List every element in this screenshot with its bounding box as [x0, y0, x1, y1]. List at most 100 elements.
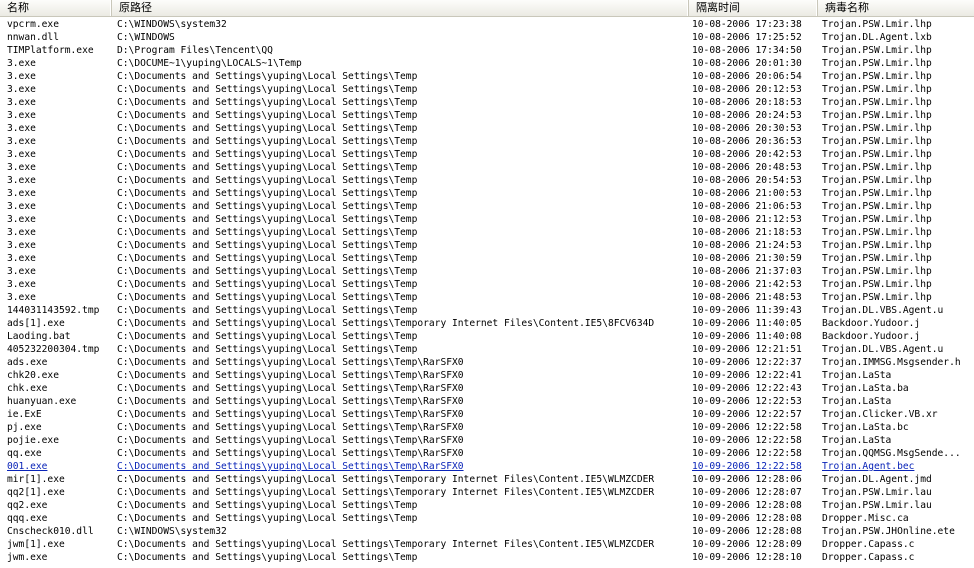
virus-name-cell: Trojan.PSW.Lmir.lhp	[822, 45, 932, 56]
column-quarantine-time-header[interactable]: 隔离时间	[689, 0, 818, 16]
virus-name-cell: Trojan.PSW.Lmir.lau	[822, 487, 932, 498]
table-row[interactable]: 3.exe C:\Documents and Settings\yuping\Lo…	[0, 96, 974, 109]
table-row[interactable]: 3.exe C:\Documents and Settings\yuping\Lo…	[0, 226, 974, 239]
original-path-cell: C:\Documents and Settings\yuping\Local S…	[117, 461, 464, 472]
table-row[interactable]: nnwan.dll C:\WINDOWS 10-08-2006 17:25:52 Tr…	[0, 31, 974, 44]
virus-name-cell: Trojan.Clicker.VB.xr	[822, 409, 938, 420]
virus-name-cell: Trojan.LaSta	[822, 396, 892, 407]
virus-name-cell: Backdoor.Yudoor.j	[822, 318, 921, 329]
file-name-cell: 3.exe	[7, 227, 36, 238]
table-row[interactable]: 3.exe C:\Documents and Settings\yuping\Lo…	[0, 122, 974, 135]
table-row[interactable]: 3.exe C:\Documents and Settings\yuping\Lo…	[0, 135, 974, 148]
table-row[interactable]: 3.exe C:\Documents and Settings\yuping\Lo…	[0, 278, 974, 291]
virus-name-cell: Trojan.PSW.Lmir.lau	[822, 500, 932, 511]
quarantine-time-cell: 10-08-2006 20:48:53	[692, 162, 802, 173]
table-row[interactable]: 3.exe C:\DOCUME~1\yuping\LOCALS~1\Temp 10-…	[0, 57, 974, 70]
table-row[interactable]: chk20.exe C:\Documents and Settings\yupin…	[0, 369, 974, 382]
table-row[interactable]: 3.exe C:\Documents and Settings\yuping\Lo…	[0, 70, 974, 83]
table-row[interactable]: 001.exe C:\Documents and Settings\yuping\…	[0, 460, 974, 473]
table-row[interactable]: 3.exe C:\Documents and Settings\yuping\Lo…	[0, 213, 974, 226]
file-name-cell: 3.exe	[7, 71, 36, 82]
quarantine-time-cell: 10-09-2006 12:28:06	[692, 474, 802, 485]
original-path-cell: C:\Documents and Settings\yuping\Local S…	[117, 240, 418, 251]
file-name-cell: Cnscheck010.dll	[7, 526, 94, 537]
original-path-cell: C:\Documents and Settings\yuping\Local S…	[117, 500, 418, 511]
table-row[interactable]: 405232200304.tmp C:\Documents and Setting…	[0, 343, 974, 356]
table-row[interactable]: 3.exe C:\Documents and Settings\yuping\Lo…	[0, 83, 974, 96]
file-name-cell: 3.exe	[7, 162, 36, 173]
table-row[interactable]: mir[1].exe C:\Documents and Settings\yupi…	[0, 473, 974, 486]
file-name-cell: 3.exe	[7, 240, 36, 251]
quarantine-time-cell: 10-08-2006 17:25:52	[692, 32, 802, 43]
original-path-cell: C:\Documents and Settings\yuping\Local S…	[117, 97, 418, 108]
file-name-cell: 3.exe	[7, 253, 36, 264]
virus-name-cell: Trojan.PSW.Lmir.lhp	[822, 19, 932, 30]
table-row[interactable]: 3.exe C:\Documents and Settings\yuping\Lo…	[0, 265, 974, 278]
table-row[interactable]: vpcrm.exe C:\WINDOWS\system32 10-08-2006 1…	[0, 18, 974, 31]
original-path-cell: C:\Documents and Settings\yuping\Local S…	[117, 409, 464, 420]
table-row[interactable]: ads.exe C:\Documents and Settings\yuping\…	[0, 356, 974, 369]
virus-name-cell: Trojan.DL.Agent.jmd	[822, 474, 932, 485]
table-row[interactable]: 3.exe C:\Documents and Settings\yuping\Lo…	[0, 109, 974, 122]
column-virus-name-header[interactable]: 病毒名称	[818, 0, 974, 16]
table-row[interactable]: 3.exe C:\Documents and Settings\yuping\Lo…	[0, 239, 974, 252]
table-row[interactable]: qq2.exe C:\Documents and Settings\yuping\…	[0, 499, 974, 512]
table-row[interactable]: jwm[1].exe C:\Documents and Settings\yupi…	[0, 538, 974, 551]
file-name-cell: 3.exe	[7, 266, 36, 277]
file-rows: vpcrm.exe C:\WINDOWS\system32 10-08-2006 1…	[0, 18, 974, 564]
file-name-cell: 3.exe	[7, 188, 36, 199]
original-path-cell: C:\Documents and Settings\yuping\Local S…	[117, 227, 418, 238]
table-row[interactable]: pj.exe C:\Documents and Settings\yuping\L…	[0, 421, 974, 434]
file-name-cell: 405232200304.tmp	[7, 344, 100, 355]
column-name-header[interactable]: 名称	[0, 0, 112, 16]
original-path-cell: C:\Documents and Settings\yuping\Local S…	[117, 71, 418, 82]
table-row[interactable]: 3.exe C:\Documents and Settings\yuping\Lo…	[0, 148, 974, 161]
original-path-cell: C:\Documents and Settings\yuping\Local S…	[117, 370, 464, 381]
table-row[interactable]: huanyuan.exe C:\Documents and Settings\yu…	[0, 395, 974, 408]
table-row[interactable]: 3.exe C:\Documents and Settings\yuping\Lo…	[0, 291, 974, 304]
file-name-cell: ads[1].exe	[7, 318, 65, 329]
file-name-cell: chk20.exe	[7, 370, 59, 381]
table-row[interactable]: 3.exe C:\Documents and Settings\yuping\Lo…	[0, 161, 974, 174]
table-row[interactable]: ads[1].exe C:\Documents and Settings\yupi…	[0, 317, 974, 330]
table-row[interactable]: jwm.exe C:\Documents and Settings\yuping\…	[0, 551, 974, 564]
table-row[interactable]: TIMPlatform.exe D:\Program Files\Tencent\…	[0, 44, 974, 57]
file-name-cell: 3.exe	[7, 58, 36, 69]
file-name-cell: 3.exe	[7, 201, 36, 212]
file-name-cell: qqq.exe	[7, 513, 48, 524]
original-path-cell: C:\Documents and Settings\yuping\Local S…	[117, 214, 418, 225]
quarantine-time-cell: 10-08-2006 17:23:38	[692, 19, 802, 30]
virus-name-cell: Trojan.LaSta.bc	[822, 422, 909, 433]
quarantine-time-cell: 10-09-2006 12:21:51	[692, 344, 802, 355]
table-row[interactable]: pojie.exe C:\Documents and Settings\yupin…	[0, 434, 974, 447]
virus-name-cell: Trojan.DL.Agent.lxb	[822, 32, 932, 43]
table-row[interactable]: Cnscheck010.dll C:\WINDOWS\system32 10-09-…	[0, 525, 974, 538]
table-row[interactable]: ie.ExE C:\Documents and Settings\yuping\L…	[0, 408, 974, 421]
table-row[interactable]: chk.exe C:\Documents and Settings\yuping\…	[0, 382, 974, 395]
table-row[interactable]: 3.exe C:\Documents and Settings\yuping\Lo…	[0, 174, 974, 187]
virus-name-cell: Trojan.LaSta.ba	[822, 383, 909, 394]
table-row[interactable]: 144031143592.tmp C:\Documents and Setting…	[0, 304, 974, 317]
quarantine-time-cell: 10-09-2006 12:28:09	[692, 539, 802, 550]
quarantine-time-cell: 10-08-2006 21:00:53	[692, 188, 802, 199]
quarantine-time-cell: 10-09-2006 12:22:43	[692, 383, 802, 394]
table-row[interactable]: 3.exe C:\Documents and Settings\yuping\Lo…	[0, 187, 974, 200]
file-name-cell: 3.exe	[7, 279, 36, 290]
virus-name-cell: Trojan.QQMSG.MsgSende...	[822, 448, 961, 459]
original-path-cell: C:\Documents and Settings\yuping\Local S…	[117, 266, 418, 277]
file-name-cell: qq2[1].exe	[7, 487, 65, 498]
column-original-path-header[interactable]: 原路径	[112, 0, 689, 16]
table-row[interactable]: qq2[1].exe C:\Documents and Settings\yupi…	[0, 486, 974, 499]
table-row[interactable]: qqq.exe C:\Documents and Settings\yuping\…	[0, 512, 974, 525]
quarantine-time-cell: 10-09-2006 11:39:43	[692, 305, 802, 316]
quarantine-time-cell: 10-09-2006 12:22:58	[692, 435, 802, 446]
original-path-cell: C:\Documents and Settings\yuping\Local S…	[117, 435, 464, 446]
table-row[interactable]: 3.exe C:\Documents and Settings\yuping\Lo…	[0, 252, 974, 265]
virus-name-cell: Trojan.PSW.Lmir.lhp	[822, 188, 932, 199]
virus-name-cell: Trojan.PSW.Lmir.lhp	[822, 214, 932, 225]
virus-name-cell: Trojan.PSW.Lmir.lhp	[822, 149, 932, 160]
table-row[interactable]: Laoding.bat C:\Documents and Settings\yup…	[0, 330, 974, 343]
original-path-cell: C:\Documents and Settings\yuping\Local S…	[117, 331, 418, 342]
table-row[interactable]: 3.exe C:\Documents and Settings\yuping\Lo…	[0, 200, 974, 213]
table-row[interactable]: qq.exe C:\Documents and Settings\yuping\L…	[0, 447, 974, 460]
